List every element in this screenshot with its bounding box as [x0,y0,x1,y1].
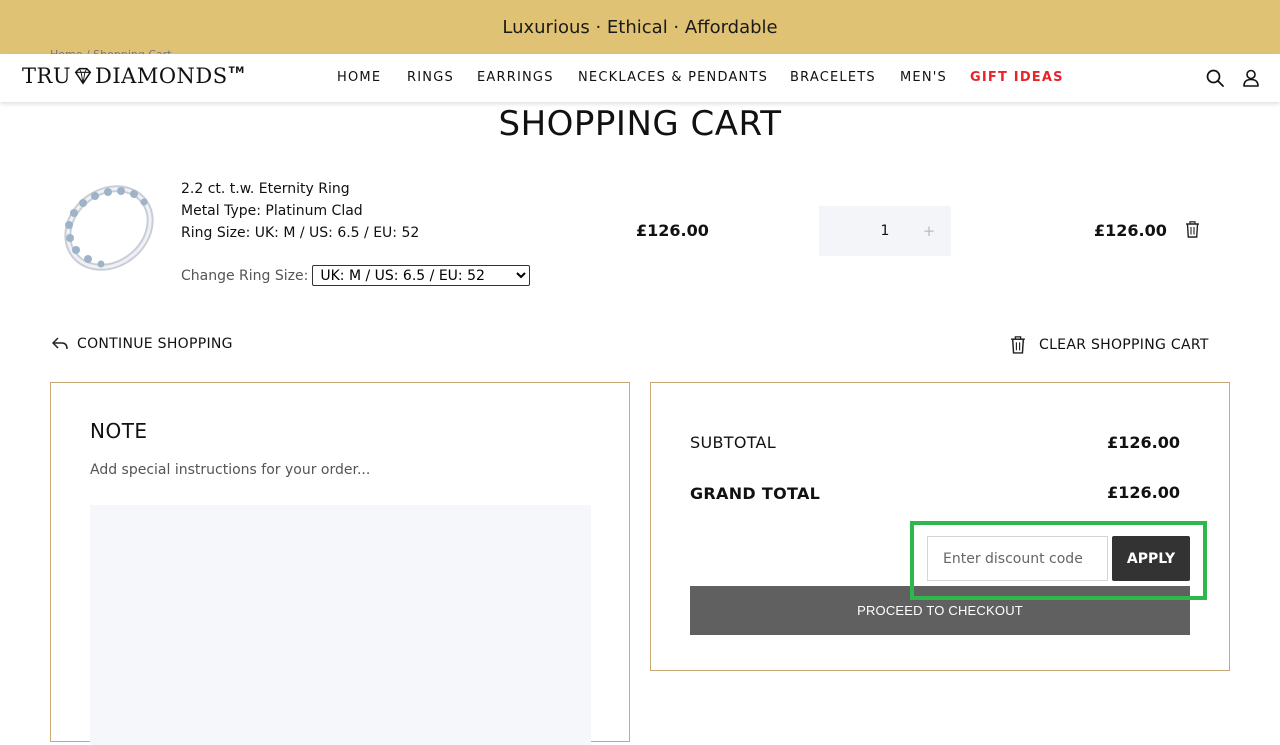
nav-mens[interactable]: MEN'S [900,70,947,85]
item-ring-size: Ring Size: UK: M / US: 6.5 / EU: 52 [181,225,420,241]
user-icon[interactable] [1241,68,1261,88]
continue-shopping-label: CONTINUE SHOPPING [77,336,233,352]
grand-total-label: GRAND TOTAL [690,484,821,503]
ring-size-select[interactable]: UK: M / US: 6.5 / EU: 52 [312,265,531,286]
grand-total-value: £126.00 [1107,483,1180,502]
page-title: SHOPPING CART [498,104,782,144]
subtotal-label: SUBTOTAL [690,433,777,452]
change-size-label: Change Ring Size: [181,267,309,284]
nav-earrings[interactable]: EARRINGS [477,70,554,85]
note-hint: Add special instructions for your order.… [90,462,371,478]
item-name[interactable]: 2.2 ct. t.w. Eternity Ring [181,178,419,200]
clear-cart-link[interactable]: CLEAR SHOPPING CART [1010,336,1209,354]
eternity-ring-image[interactable] [56,180,162,276]
site-logo[interactable]: TRU DIAMONDS TM [22,64,245,88]
diamond-icon [74,67,92,85]
remove-item-trash-icon[interactable] [1185,221,1200,238]
nav-bracelets[interactable]: BRACELETS [790,70,876,85]
promo-text: Luxurious · Ethical · Affordable [502,16,778,38]
promo-banner: Luxurious · Ethical · Affordable [0,0,1280,54]
logo-text-right: DIAMONDS [95,64,228,88]
line-total: £126.00 [1094,221,1167,240]
item-metal-type: Metal Type: Platinum Clad [181,203,363,219]
nav-gift-ideas[interactable]: GIFT IDEAS [970,70,1064,85]
quantity-stepper: 1 + [819,206,951,256]
site-header: TRU DIAMONDS TM HOME RINGS EARRINGS NECK… [0,54,1280,102]
trash-icon [1011,336,1025,354]
change-ring-size: Change Ring Size: UK: M / US: 6.5 / EU: … [181,265,531,286]
clear-cart-label: CLEAR SHOPPING CART [1039,337,1209,353]
nav-home[interactable]: HOME [337,70,381,85]
search-icon[interactable] [1205,68,1225,88]
unit-price: £126.00 [636,221,709,240]
nav-necklaces-pendants[interactable]: NECKLACES & PENDANTS [578,70,768,85]
logo-trademark: TM [228,66,245,76]
apply-discount-button[interactable]: APPLY [1112,536,1190,581]
reply-arrow-icon [52,337,68,350]
quantity-decrease-button[interactable] [819,206,863,256]
cart-item-details: 2.2 ct. t.w. Eternity Ring Metal Type: P… [181,178,419,244]
note-title: NOTE [90,419,148,443]
order-note-panel: NOTE Add special instructions for your o… [50,382,630,745]
quantity-value[interactable]: 1 [863,223,907,239]
nav-rings[interactable]: RINGS [407,70,454,85]
order-note-textarea[interactable] [90,505,591,745]
quantity-increase-button[interactable]: + [907,222,951,240]
continue-shopping-link[interactable]: CONTINUE SHOPPING [52,336,233,352]
discount-code-input[interactable] [927,536,1108,581]
logo-text-left: TRU [22,64,72,88]
subtotal-value: £126.00 [1107,433,1180,452]
